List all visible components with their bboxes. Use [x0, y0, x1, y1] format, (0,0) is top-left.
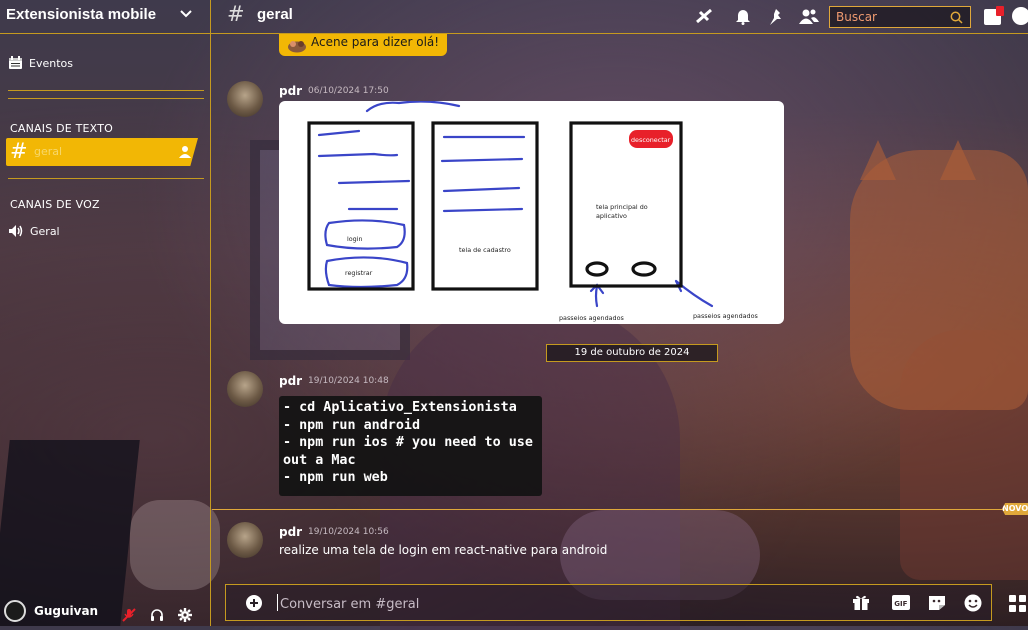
message-composer[interactable]: GIF [225, 584, 992, 621]
wireframe-sketch: login registrar tela de cadastro descone… [307, 101, 759, 322]
headset-icon[interactable] [150, 608, 164, 622]
search-input[interactable] [830, 7, 952, 27]
sketch-login-label: login [347, 235, 363, 243]
server-name: Extensionista mobile [6, 6, 157, 23]
microphone-muted-icon[interactable] [122, 608, 136, 622]
message-author[interactable]: pdr [279, 374, 302, 388]
new-badge: NOVO [1002, 503, 1028, 515]
message-timestamp: 19/10/2024 10:56 [308, 527, 389, 537]
hash-icon: # [10, 139, 28, 163]
background-cat-ear [860, 140, 896, 180]
image-attachment[interactable]: login registrar tela de cadastro descone… [279, 101, 784, 324]
sketch-tela-principal-label: tela principal do aplicativo [596, 203, 648, 220]
message-author[interactable]: pdr [279, 84, 302, 98]
background-cat-ear [940, 140, 976, 180]
channel-header: # geral [211, 0, 1028, 34]
message-author[interactable]: pdr [279, 525, 302, 539]
help-icon[interactable] [1011, 6, 1028, 26]
svg-text:GIF: GIF [894, 600, 907, 608]
sketch-cadastro-label: tela de cadastro [459, 246, 511, 254]
sketch-desconectar-label: desconectar [631, 136, 671, 144]
message-timestamp: 19/10/2024 10:48 [308, 376, 389, 386]
calendar-icon [8, 56, 23, 70]
divider [8, 178, 204, 179]
username[interactable]: Guguivan [34, 604, 98, 618]
members-icon[interactable] [799, 8, 819, 25]
search-icon[interactable] [950, 11, 963, 24]
message-timestamp: 06/10/2024 17:50 [308, 86, 389, 96]
wave-sticker-icon [287, 37, 307, 53]
inbox-icon[interactable] [983, 6, 1005, 26]
user-panel: Guguivan [0, 596, 210, 626]
channel-label: geral [34, 145, 63, 158]
sidebar-voice-geral[interactable]: Geral [8, 224, 60, 238]
threads-icon[interactable] [695, 8, 713, 24]
avatar[interactable] [227, 371, 263, 407]
sketch-registrar-label: registrar [345, 269, 373, 277]
server-header[interactable]: Extensionista mobile [0, 0, 210, 34]
voice-channels-category[interactable]: CANAIS DE VOZ [10, 198, 100, 211]
chevron-down-icon[interactable] [180, 10, 192, 18]
new-messages-divider [212, 509, 1004, 510]
sidebar-channel-geral[interactable]: # geral [6, 138, 198, 166]
add-attachment-icon[interactable] [246, 595, 262, 611]
sketch-passeios-label: passeios agendados [559, 314, 625, 322]
date-divider: 19 de outubro de 2024 [546, 344, 718, 362]
search-bar[interactable] [829, 6, 971, 28]
code-block: - cd Aplicativo_Extensionista - npm run … [279, 396, 542, 496]
events-link[interactable]: Eventos [8, 56, 73, 70]
message-input[interactable] [278, 593, 822, 615]
divider [8, 98, 204, 99]
voice-channel-label: Geral [30, 224, 60, 238]
message-text: realize uma tela de login em react-nativ… [279, 543, 608, 557]
gif-icon[interactable]: GIF [892, 594, 910, 611]
sticker-icon[interactable] [928, 594, 946, 611]
gift-icon[interactable] [852, 594, 870, 611]
channel-sidebar: Extensionista mobile Eventos CANAIS DE T… [0, 0, 211, 626]
events-label: Eventos [29, 56, 73, 70]
gear-icon[interactable] [178, 608, 192, 622]
apps-icon[interactable] [1008, 594, 1028, 614]
text-channels-category[interactable]: CANAIS DE TEXTO [10, 122, 113, 135]
bell-icon[interactable] [735, 8, 751, 25]
pin-icon[interactable] [767, 8, 785, 26]
hash-icon: # [227, 2, 245, 26]
emoji-icon[interactable] [964, 594, 982, 612]
avatar[interactable] [227, 522, 263, 558]
channel-title: geral [257, 6, 293, 23]
welcome-text: Acene para dizer olá! [311, 35, 440, 49]
background-cat [850, 150, 1028, 410]
avatar[interactable] [4, 600, 26, 622]
divider [8, 90, 204, 91]
avatar[interactable] [227, 81, 263, 117]
add-member-icon[interactable] [178, 145, 192, 159]
sketch-passeios-label: passeios agendados [693, 312, 759, 320]
speaker-icon [8, 224, 24, 238]
welcome-message: Acene para dizer olá! [279, 34, 448, 56]
